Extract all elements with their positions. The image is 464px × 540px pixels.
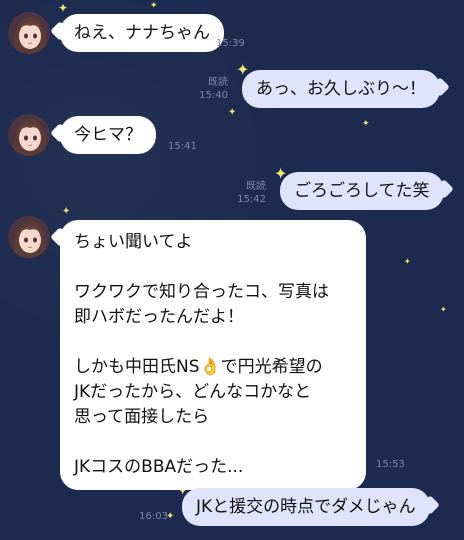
message-line: しかも中田氏NS👌で円光希望の [74,357,323,377]
incoming-message-bubble[interactable]: 今ヒマ？ [60,116,156,154]
message-time: 15:39 [216,38,245,49]
incoming-message-bubble[interactable]: ちょい聞いてよ ワクワクで知り合ったコ、写真は 即ハボだったんだよ！ しかも中田… [60,220,366,490]
sender-avatar[interactable] [8,216,50,258]
message-time: 15:40 [199,90,228,101]
message-line: JKだったから、どんなコかなと [74,382,312,402]
message-time: 16:03 [139,511,168,522]
message-time: 15:42 [237,194,266,205]
star-icon: ✦ [150,1,158,11]
star-icon: ✦ [58,1,69,15]
message-line [74,255,352,280]
message-text: ねえ、ナナちゃん [74,23,210,43]
message-line: 思って面接したら [74,407,210,427]
message-text: 今ヒマ？ [74,125,142,145]
incoming-message-bubble[interactable]: ねえ、ナナちゃん [60,14,224,52]
star-icon: ✦ [362,119,370,129]
message-line [74,430,352,455]
read-receipt: 既読 [208,77,228,88]
star-icon: ✦ [404,257,411,266]
chat-background: ✦ ✦ ✦ ✦ ✦ ✦ ✦ ✦ ✦ ✦ ✦ ✦ ねえ、ナナちゃん 15:39 既… [0,0,464,540]
star-icon: ✦ [62,206,71,217]
outgoing-message-bubble[interactable]: ごろごろしてた笑 [280,172,444,210]
message-line: ワクワクで知り合ったコ、写真は [74,282,329,302]
message-line: JKコスのBBAだった... [74,457,244,477]
sender-avatar[interactable] [8,12,50,54]
sender-avatar[interactable] [8,114,50,156]
message-line: ちょい聞いてよ [74,232,193,252]
star-icon: ✦ [228,107,237,118]
message-text: あっ、お久しぶり〜！ [256,79,426,99]
anime-girl-avatar-icon [8,114,50,156]
message-time: 15:41 [168,141,197,152]
message-line: 即ハボだったんだよ！ [74,307,244,327]
star-icon: ✦ [440,305,447,314]
message-text: JKと援交の時点でダメじゃん [196,497,416,517]
anime-girl-avatar-icon [8,12,50,54]
outgoing-message-bubble[interactable]: あっ、お久しぶり〜！ [242,70,440,108]
outgoing-message-bubble[interactable]: JKと援交の時点でダメじゃん [182,488,430,526]
message-text: ごろごろしてた笑 [294,181,430,201]
message-line [74,330,352,355]
read-receipt: 既読 [246,181,266,192]
message-time: 15:53 [376,459,405,470]
anime-girl-avatar-icon [8,216,50,258]
